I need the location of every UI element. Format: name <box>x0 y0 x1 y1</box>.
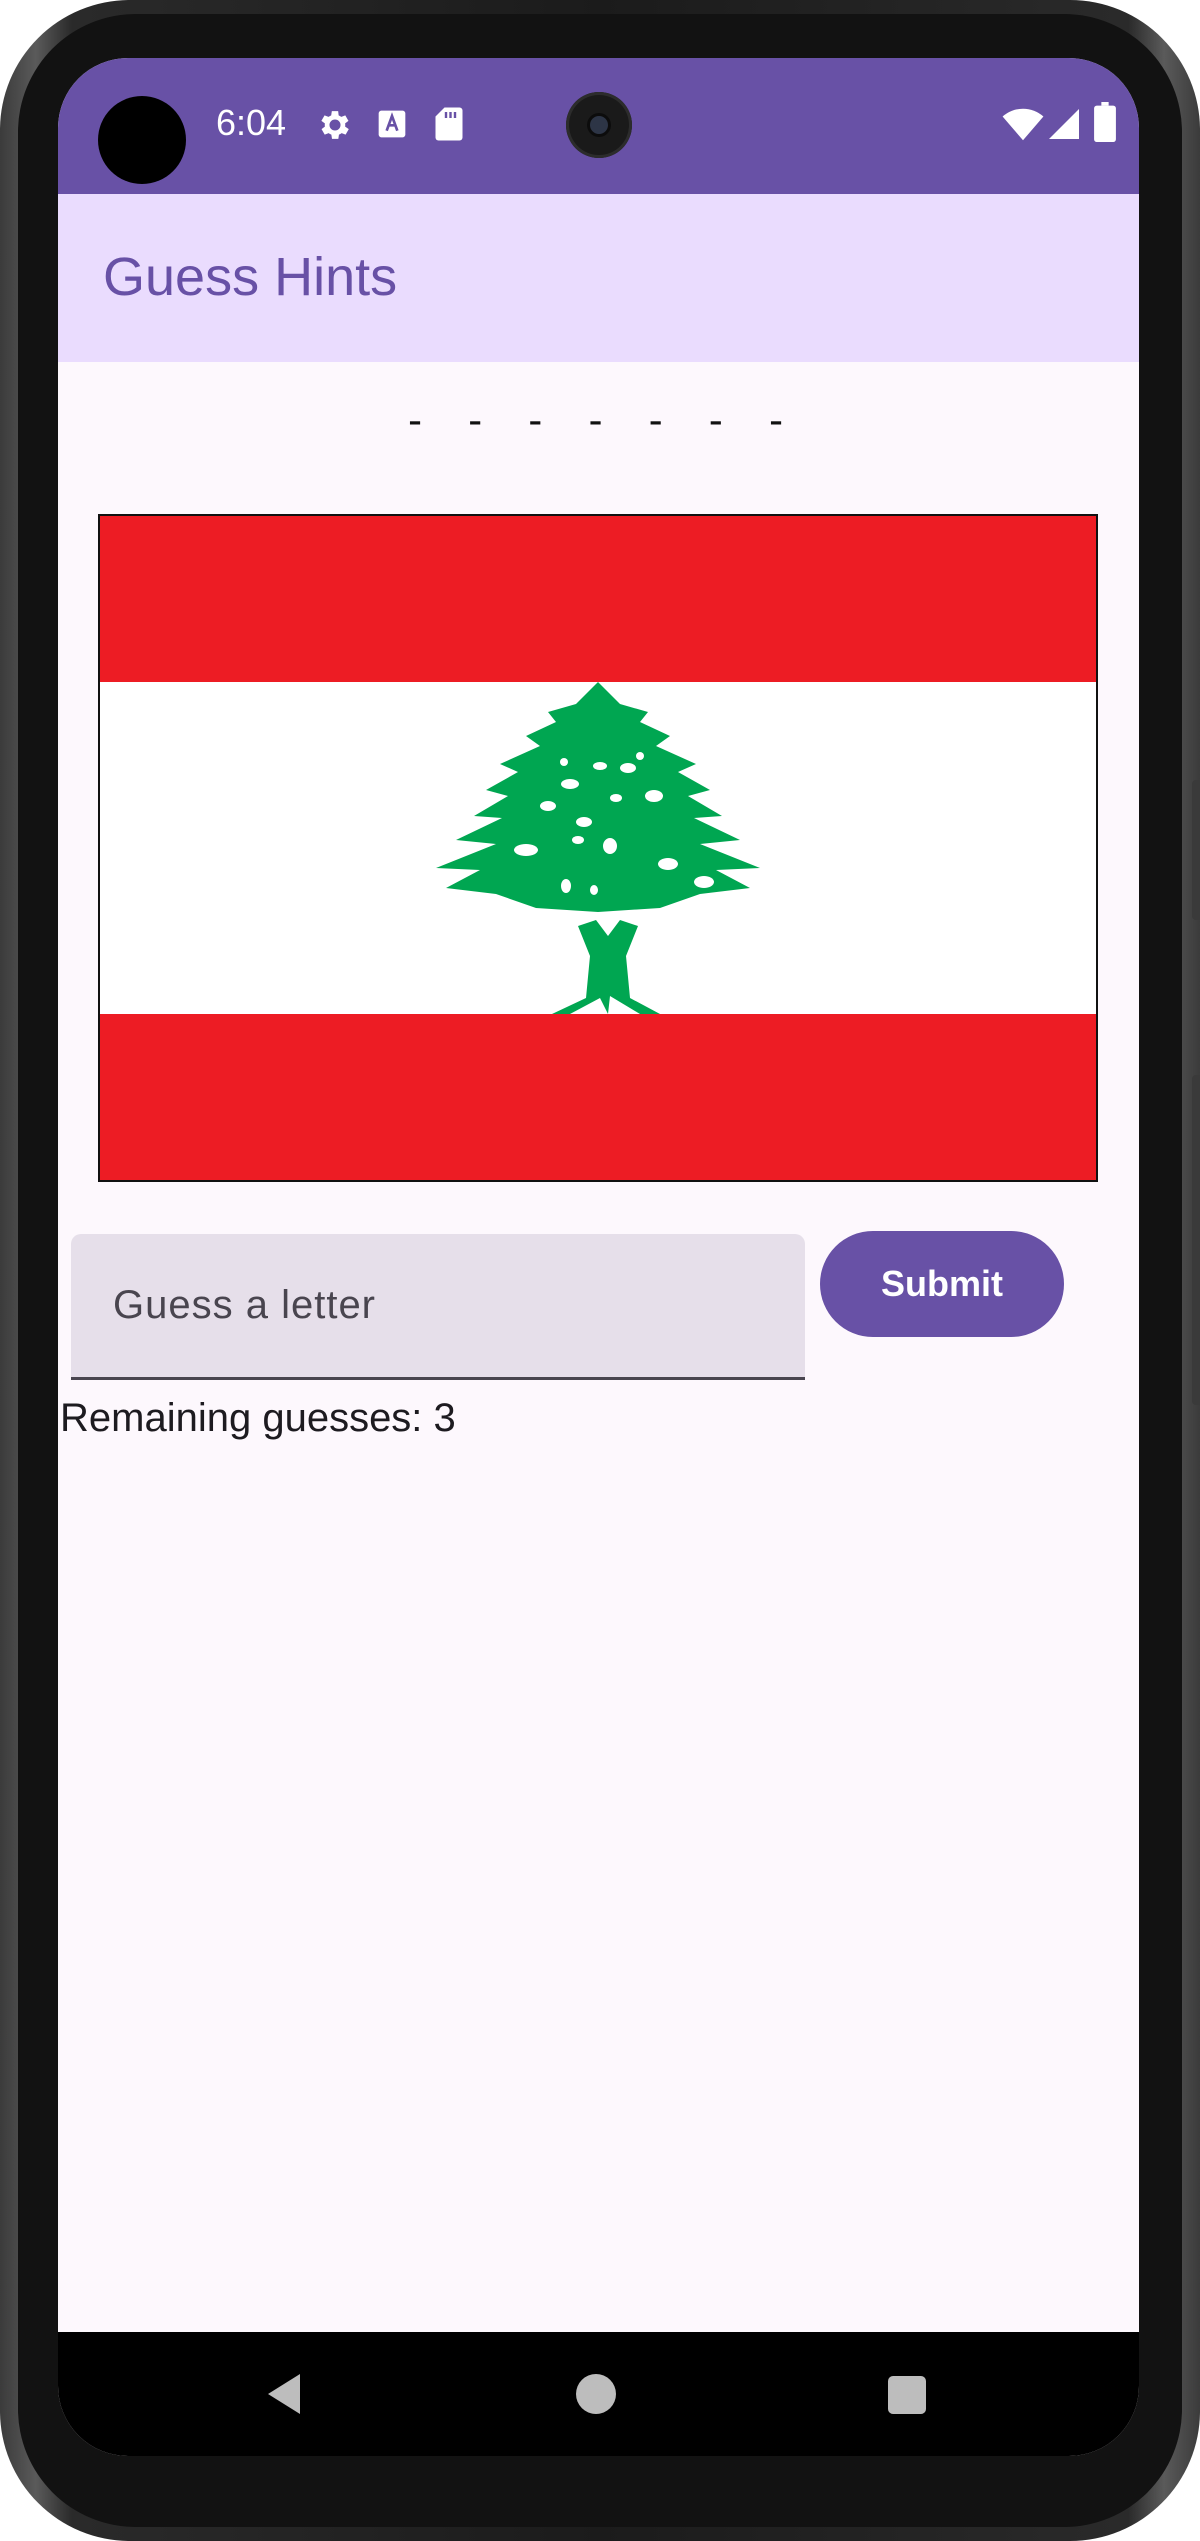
text-a-icon <box>376 108 408 145</box>
punch-hole-camera <box>98 96 186 184</box>
navigation-bar <box>58 2332 1139 2456</box>
guess-letter-field[interactable] <box>71 1234 805 1380</box>
home-icon[interactable] <box>576 2374 616 2414</box>
volume-button <box>1192 1075 1200 1405</box>
guess-letter-input[interactable] <box>71 1234 805 1377</box>
back-icon[interactable] <box>264 2372 304 2421</box>
signal-icon <box>1046 106 1082 147</box>
recents-icon[interactable] <box>888 2376 926 2414</box>
battery-icon <box>1094 102 1116 147</box>
wifi-icon <box>1002 108 1044 147</box>
word-blanks: - - - - - - - <box>402 398 795 444</box>
phone-frame: 6:04 Guess Hints - - - - - - - Guess a l… <box>0 0 1200 2541</box>
submit-button[interactable]: Submit <box>820 1231 1064 1337</box>
remaining-guesses-text: Remaining guesses: 3 <box>60 1396 456 1440</box>
status-time: 6:04 <box>216 102 287 143</box>
front-camera <box>566 92 632 158</box>
power-button <box>1192 780 1200 920</box>
settings-icon <box>316 106 354 149</box>
sd-card-icon <box>434 106 464 147</box>
lebanon-flag-image <box>98 514 1098 1182</box>
top-app-bar: Guess Hints <box>58 194 1139 362</box>
screen: 6:04 Guess Hints - - - - - - - Guess a l… <box>58 58 1139 2456</box>
app-title: Guess Hints <box>103 247 398 307</box>
status-bar: 6:04 <box>58 58 1139 194</box>
